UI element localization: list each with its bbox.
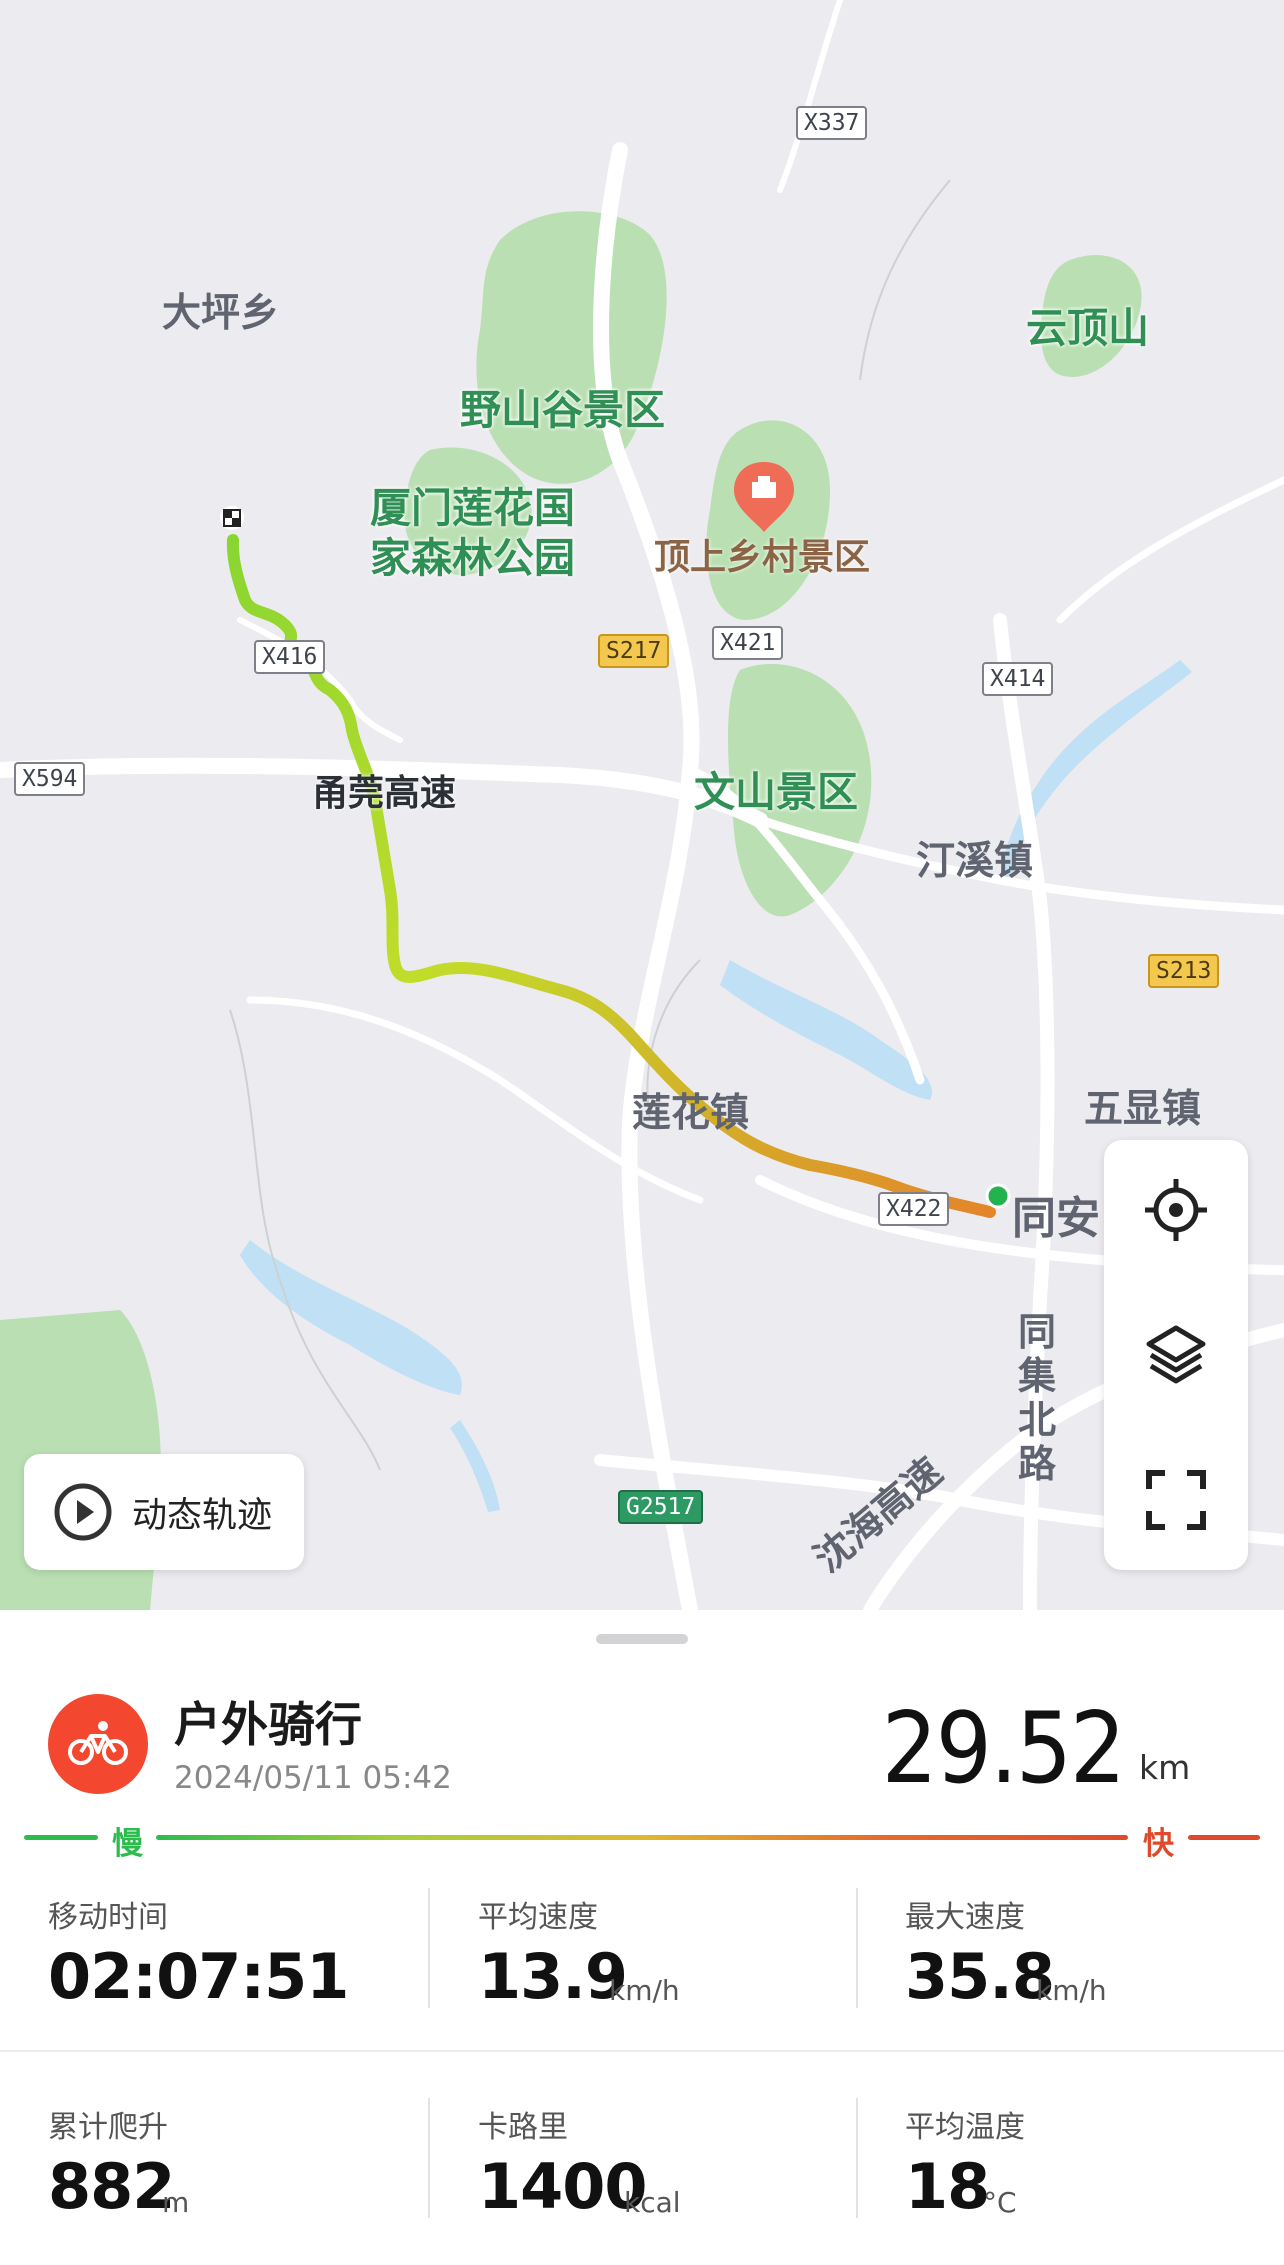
start-point-marker <box>985 1183 1011 1209</box>
play-circle-icon <box>54 1483 112 1541</box>
fullscreen-icon <box>1146 1470 1206 1530</box>
road-tag: X414 <box>982 662 1054 696</box>
sheet-drag-handle[interactable] <box>596 1634 688 1644</box>
map-controls <box>1104 1140 1248 1570</box>
road-tag: X337 <box>796 106 868 140</box>
bicycle-icon <box>68 1721 128 1765</box>
stat-label-elevation-gain: 累计爬升 <box>48 2110 168 2145</box>
layers-button[interactable] <box>1104 1285 1248 1425</box>
reservoir-southwest <box>240 1240 462 1395</box>
place-label: 顶上乡村景区 <box>654 537 871 578</box>
activity-type-title: 户外骑行 <box>174 1698 362 1753</box>
stat-label-calories: 卡路里 <box>478 2110 568 2145</box>
stat-value-elevation-gain: 882 <box>48 2150 175 2223</box>
place-label: 汀溪镇 <box>916 839 1034 884</box>
speed-bar-slow-segment <box>24 1835 98 1840</box>
layers-icon <box>1146 1325 1206 1384</box>
route-map[interactable]: 大坪乡 云顶山 野山谷景区 厦门莲花国 家森林公园 顶上乡村景区 文山景区 汀溪… <box>0 0 1284 1610</box>
stat-unit-elevation-gain: m <box>162 2186 190 2219</box>
yeshangu-park <box>476 211 667 484</box>
replay-track-button[interactable]: 动态轨迹 <box>24 1454 304 1570</box>
stat-label-avg-temperature: 平均温度 <box>905 2110 1025 2145</box>
road-tag: X416 <box>254 640 326 674</box>
speed-legend-fast: 快 <box>1143 1826 1174 1862</box>
place-label: 五显镇 <box>1084 1087 1202 1132</box>
distance-unit: km <box>1139 1748 1191 1787</box>
stat-unit-max-speed: km/h <box>1036 1974 1107 2007</box>
stat-divider <box>856 1888 858 2008</box>
stat-label-max-speed: 最大速度 <box>905 1900 1025 1935</box>
road-tag: S217 <box>598 634 670 668</box>
stat-label-moving-time: 移动时间 <box>48 1900 168 1935</box>
speed-bar-fast-segment <box>1188 1835 1260 1840</box>
place-label: 大坪乡 <box>162 291 280 336</box>
stat-unit-avg-temperature: °C <box>983 2186 1017 2219</box>
stat-unit-calories: kcal <box>624 2186 681 2219</box>
highway-label: 甬莞高速 <box>312 773 457 814</box>
place-label: 文山景区 <box>694 768 858 816</box>
locate-button[interactable] <box>1104 1140 1248 1280</box>
map-canvas <box>0 0 1284 1610</box>
stat-divider <box>428 1888 430 2008</box>
stat-value-moving-time: 02:07:51 <box>48 1940 349 2013</box>
stat-label-avg-speed: 平均速度 <box>478 1900 598 1935</box>
reservoir-south <box>450 1420 500 1512</box>
stat-divider <box>428 2098 430 2218</box>
stat-value-max-speed: 35.8 <box>905 1940 1055 2013</box>
stat-value-avg-speed: 13.9 <box>478 1940 628 2013</box>
place-label: 家森林公园 <box>370 534 575 582</box>
place-label: 野山谷景区 <box>460 386 665 434</box>
activity-type-badge <box>48 1694 148 1794</box>
place-label: 莲花镇 <box>632 1091 750 1136</box>
replay-label: 动态轨迹 <box>132 1495 273 1536</box>
crosshair-icon <box>1145 1179 1207 1241</box>
stat-unit-avg-speed: km/h <box>609 1974 680 2007</box>
speed-legend-slow: 慢 <box>112 1826 143 1862</box>
place-label: 云顶山 <box>1026 304 1149 352</box>
road-label: 同集北路 <box>1018 1310 1057 1486</box>
fullscreen-button[interactable] <box>1104 1430 1248 1570</box>
stats-row-divider <box>0 2050 1284 2052</box>
road-tag: X422 <box>878 1192 950 1226</box>
road-tag: X594 <box>14 762 86 796</box>
activity-datetime: 2024/05/11 05:42 <box>174 1760 452 1796</box>
stat-divider <box>856 2098 858 2218</box>
finish-flag-icon <box>220 506 244 530</box>
stat-value-calories: 1400 <box>478 2150 648 2223</box>
road-tag: G2517 <box>618 1490 704 1524</box>
place-label: 同安 <box>1012 1193 1100 1244</box>
distance-value: 29.52 <box>881 1692 1126 1806</box>
road-tag: X421 <box>712 626 784 660</box>
road-tag: S213 <box>1148 954 1220 988</box>
speed-gradient-bar <box>156 1835 1128 1840</box>
stat-value-avg-temperature: 18 <box>905 2150 990 2223</box>
